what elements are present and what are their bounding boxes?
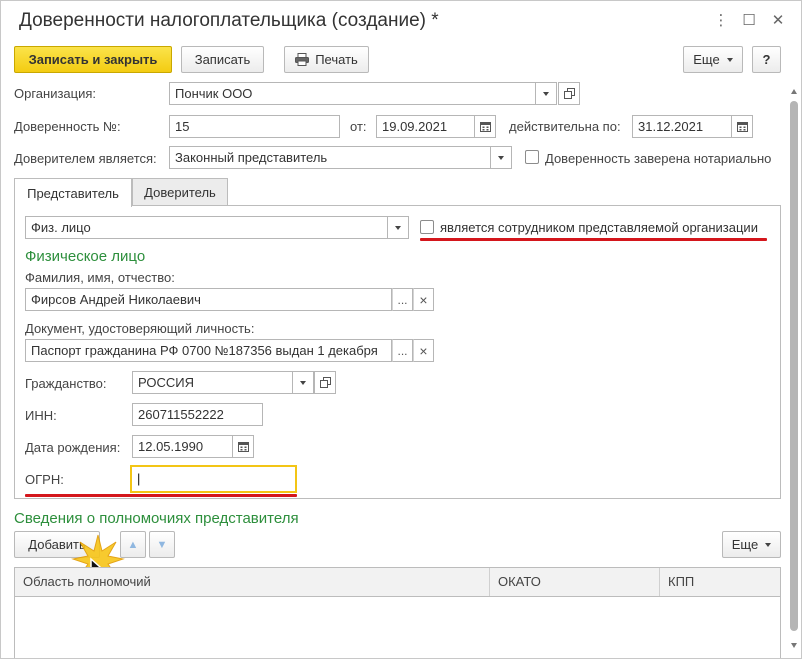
principal-dropdown-button[interactable] xyxy=(491,146,512,169)
employee-label: является сотрудником представляемой орга… xyxy=(440,220,758,235)
powers-table-body[interactable] xyxy=(14,597,781,658)
inn-label: ИНН: xyxy=(25,408,57,423)
chevron-down-icon xyxy=(498,155,504,160)
notary-checkbox[interactable] xyxy=(525,150,539,164)
fio-field[interactable]: Фирсов Андрей Николаевич xyxy=(25,288,392,311)
save-label: Записать xyxy=(194,52,251,67)
calendar-icon xyxy=(736,122,748,132)
organization-dropdown-button[interactable] xyxy=(536,82,557,105)
scroll-down-icon[interactable] xyxy=(791,643,797,648)
citizenship-field[interactable]: РОССИЯ xyxy=(132,371,293,394)
calendar-icon xyxy=(237,442,249,452)
powers-more-button[interactable]: Еще xyxy=(722,531,781,558)
vertical-scrollbar[interactable] xyxy=(790,89,798,652)
scrollbar-thumb[interactable] xyxy=(790,101,798,631)
more-button[interactable]: Еще xyxy=(683,46,743,73)
organization-label: Организация: xyxy=(14,86,97,101)
arrow-up-icon: ▲ xyxy=(127,538,139,551)
clear-icon: × xyxy=(419,291,428,308)
chevron-down-icon xyxy=(765,542,772,547)
organization-open-button[interactable] xyxy=(558,82,580,105)
id-document-label: Документ, удостоверяющий личность: xyxy=(25,321,255,336)
print-label: Печать xyxy=(315,52,358,67)
chevron-down-icon xyxy=(300,380,306,385)
column-header-area[interactable]: Область полномочий xyxy=(15,568,489,596)
poa-number-field[interactable]: 15 xyxy=(169,115,340,138)
move-down-button[interactable]: ▼ xyxy=(149,531,175,558)
poa-date-label: от: xyxy=(350,119,367,134)
poa-number-label: Доверенность №: xyxy=(14,119,121,134)
close-icon[interactable]: ✕ xyxy=(769,11,787,31)
tab-representative[interactable]: Представитель xyxy=(14,178,132,207)
tab-principal-label: Доверитель xyxy=(144,185,216,200)
citizenship-open-button[interactable] xyxy=(314,371,336,394)
citizenship-label: Гражданство: xyxy=(25,376,107,391)
maximize-icon[interactable]: ☐ xyxy=(740,11,758,31)
principal-field[interactable]: Законный представитель xyxy=(169,146,491,169)
more-label: Еще xyxy=(693,52,720,67)
ellipsis-icon: ... xyxy=(397,292,408,307)
fio-label: Фамилия, имя, отчество: xyxy=(25,270,175,285)
arrow-down-icon: ▼ xyxy=(156,538,168,551)
menu-icon[interactable]: ⋮ xyxy=(712,11,730,31)
valid-until-field[interactable]: 31.12.2021 xyxy=(632,115,732,138)
printer-icon xyxy=(295,53,310,66)
save-and-close-label: Записать и закрыть xyxy=(28,52,158,67)
print-button[interactable]: Печать xyxy=(284,46,369,73)
organization-field[interactable]: Пончик ООО xyxy=(169,82,536,105)
id-document-clear-button[interactable]: × xyxy=(413,339,434,362)
chevron-down-icon xyxy=(395,225,401,230)
inn-field[interactable]: 260711552222 xyxy=(132,403,263,426)
help-label: ? xyxy=(762,52,771,67)
birth-date-calendar-button[interactable] xyxy=(233,435,254,458)
dialog-window: Доверенности налогоплательщика (создание… xyxy=(0,0,802,659)
powers-section-title: Сведения о полномочиях представителя xyxy=(14,510,299,527)
notary-label: Доверенность заверена нотариально xyxy=(545,151,772,166)
principal-label: Доверителем является: xyxy=(14,151,157,166)
fio-select-button[interactable]: ... xyxy=(392,288,413,311)
highlight-underline xyxy=(420,238,767,241)
calendar-icon xyxy=(479,122,491,132)
id-document-select-button[interactable]: ... xyxy=(392,339,413,362)
save-button[interactable]: Записать xyxy=(181,46,264,73)
powers-more-label: Еще xyxy=(731,537,759,552)
ogrn-field[interactable]: | xyxy=(130,465,297,493)
ogrn-label: ОГРН: xyxy=(25,472,64,487)
representative-panel: Физ. лицо является сотрудником представл… xyxy=(14,205,781,499)
clear-icon: × xyxy=(419,342,428,359)
birth-date-label: Дата рождения: xyxy=(25,440,121,455)
save-and-close-button[interactable]: Записать и закрыть xyxy=(14,46,172,73)
ellipsis-icon: ... xyxy=(397,343,408,358)
help-button[interactable]: ? xyxy=(752,46,781,73)
chevron-down-icon xyxy=(543,91,549,96)
id-document-field[interactable]: Паспорт гражданина РФ 0700 №187356 выдан… xyxy=(25,339,392,362)
poa-date-field[interactable]: 19.09.2021 xyxy=(376,115,475,138)
chevron-down-icon xyxy=(726,57,733,62)
column-header-kpp[interactable]: КПП xyxy=(659,568,780,596)
scroll-up-icon[interactable] xyxy=(791,89,797,94)
valid-until-calendar-button[interactable] xyxy=(732,115,753,138)
citizenship-dropdown-button[interactable] xyxy=(293,371,314,394)
employee-checkbox[interactable] xyxy=(420,220,434,234)
highlight-underline xyxy=(25,494,297,497)
window-title: Доверенности налогоплательщика (создание… xyxy=(19,10,439,31)
rep-type-field[interactable]: Физ. лицо xyxy=(25,216,388,239)
powers-table-header: Область полномочий ОКАТО КПП xyxy=(14,567,781,597)
valid-until-label: действительна по: xyxy=(509,119,621,134)
open-window-icon xyxy=(563,88,575,99)
tab-principal[interactable]: Доверитель xyxy=(132,178,228,206)
rep-type-dropdown-button[interactable] xyxy=(388,216,409,239)
individual-section-title: Физическое лицо xyxy=(25,248,146,265)
poa-date-calendar-button[interactable] xyxy=(475,115,496,138)
birth-date-field[interactable]: 12.05.1990 xyxy=(132,435,233,458)
column-header-okato[interactable]: ОКАТО xyxy=(489,568,659,596)
tab-representative-label: Представитель xyxy=(27,185,119,201)
fio-clear-button[interactable]: × xyxy=(413,288,434,311)
open-window-icon xyxy=(319,377,331,388)
